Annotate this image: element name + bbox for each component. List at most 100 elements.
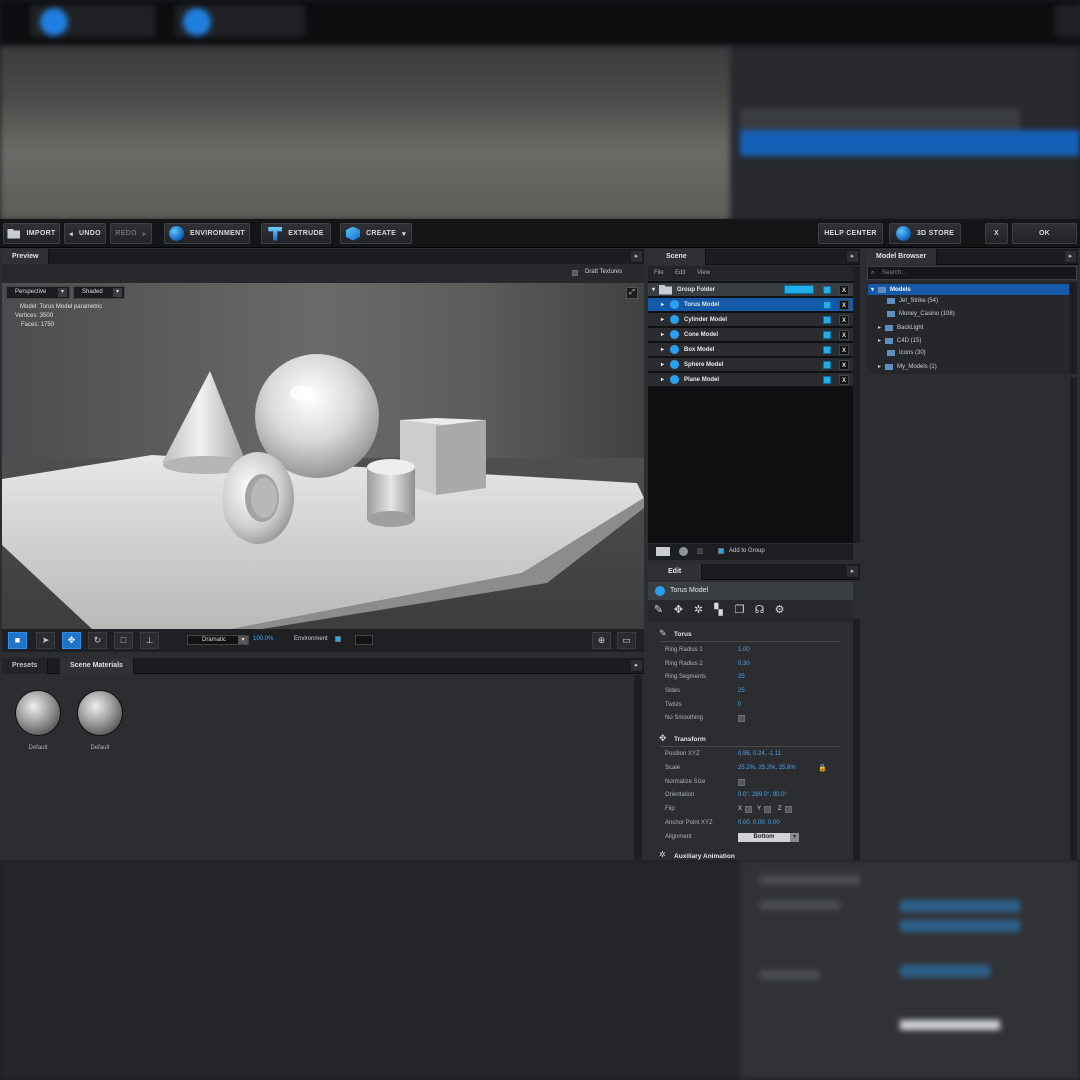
model-tree-scrollbar[interactable] [1070, 282, 1077, 374]
delete-trash-icon[interactable]: ▥ [697, 547, 704, 555]
3d-store-button[interactable]: 3D STORE [889, 223, 961, 244]
visibility-toggle[interactable] [823, 376, 831, 384]
alignment-select[interactable]: Bottom [738, 833, 790, 842]
render-mode-select[interactable]: Shaded ▾ [73, 286, 125, 299]
panel-expand-icon[interactable]: ▸ [631, 251, 642, 262]
tab-scene-materials[interactable]: Scene Materials [60, 658, 134, 674]
material-swatch[interactable] [16, 691, 60, 735]
tab-model-browser[interactable]: Model Browser [866, 249, 938, 265]
sides-field[interactable]: 25 [738, 688, 745, 694]
scene-item-box[interactable]: ▸ Box Model X [648, 343, 853, 357]
menu-file[interactable]: File [654, 270, 664, 276]
delete-icon[interactable]: X [839, 300, 849, 310]
move-icon[interactable]: ✥ [672, 604, 685, 617]
checker-icon[interactable]: ▚ [712, 604, 725, 617]
scale-field[interactable]: 25.2%, 25.2%, 25.8% [738, 765, 796, 771]
scene-scrollbar[interactable] [853, 266, 860, 543]
close-button[interactable]: X [985, 223, 1008, 244]
scene-item-torus[interactable]: ▸ Torus Model X [648, 298, 853, 312]
chevron-down-icon[interactable]: ▾ [790, 833, 799, 842]
environment-checkbox[interactable] [335, 636, 341, 642]
tab-presets[interactable]: Presets [2, 658, 49, 674]
orientation-field[interactable]: 0.0°, 289.0°, 90.0° [738, 792, 787, 798]
material-icon[interactable] [679, 547, 688, 556]
ok-button[interactable]: OK [1012, 223, 1077, 244]
lock-icon[interactable]: 🔒 [818, 764, 827, 772]
ring-segments-field[interactable]: 25 [738, 674, 745, 680]
tree-item[interactable]: Jet_Strike (54) [887, 298, 938, 304]
menu-edit[interactable]: Edit [675, 270, 685, 276]
flip-z-checkbox[interactable] [785, 806, 792, 813]
normalize-size-checkbox[interactable] [738, 779, 745, 786]
create-button[interactable]: CREATE ▾ [340, 223, 412, 244]
scene-item-cylinder[interactable]: ▸ Cylinder Model X [648, 313, 853, 327]
ring-radius-2-field[interactable]: 0.30 [738, 661, 750, 667]
environment-color-swatch[interactable] [355, 635, 373, 645]
delete-icon[interactable]: X [839, 345, 849, 355]
visibility-toggle[interactable] [823, 361, 831, 369]
screen-icon[interactable]: ▭ [617, 632, 636, 649]
axis-icon[interactable]: ⊥ [140, 632, 159, 649]
new-folder-icon[interactable] [656, 547, 670, 556]
ring-radius-1-field[interactable]: 1.00 [738, 647, 750, 653]
no-smoothing-checkbox[interactable] [738, 715, 745, 722]
panel-expand-icon[interactable]: ▸ [847, 251, 858, 262]
target-icon[interactable]: ⊕ [592, 632, 611, 649]
help-center-button[interactable]: HELP CENTER [818, 223, 883, 244]
twists-field[interactable]: 0 [738, 702, 741, 708]
delete-icon[interactable]: X [839, 360, 849, 370]
extrude-button[interactable]: EXTRUDE [261, 223, 331, 244]
rotate-icon[interactable]: ↻ [88, 632, 107, 649]
visibility-toggle[interactable] [823, 316, 831, 324]
panel-expand-icon[interactable]: ▸ [847, 566, 858, 577]
tree-item[interactable]: ▸ My_Models (1) [878, 363, 937, 370]
tree-item[interactable]: ▸ C4D (15) [878, 337, 921, 344]
3d-viewport[interactable]: Perspective ▾ Shaded ▾ Model: Torus Model … [2, 283, 644, 629]
scene-item-plane[interactable]: ▸ Plane Model X [648, 373, 853, 387]
flip-y-checkbox[interactable] [764, 806, 771, 813]
scene-item-cone[interactable]: ▸ Cone Model X [648, 328, 853, 342]
gears-icon[interactable]: ✲ [692, 604, 705, 617]
visibility-toggle[interactable] [823, 286, 831, 294]
camera-icon[interactable]: ■ [8, 632, 27, 649]
model-search-input[interactable]: ⌕ Search... [867, 266, 1077, 280]
edit-scrollbar[interactable] [853, 619, 860, 860]
group-folder-row[interactable]: ▾ Group Folder X [648, 283, 853, 297]
redo-button[interactable]: REDO ▸ [110, 223, 152, 244]
materials-scrollbar[interactable] [634, 675, 642, 860]
import-button[interactable]: IMPORT [3, 223, 60, 244]
anchor-point-field[interactable]: 0.00, 0.00, 0.00 [738, 820, 780, 826]
tree-item[interactable]: Icons (30) [887, 350, 926, 356]
menu-view[interactable]: View [697, 270, 710, 276]
group-color-select[interactable] [784, 285, 814, 294]
move-icon[interactable]: ✥ [62, 632, 81, 649]
zoom-value[interactable]: 100.0% [253, 636, 273, 642]
delete-icon[interactable]: X [839, 330, 849, 340]
position-xyz-field[interactable]: 0.96, 0.24, -1.11 [738, 751, 781, 757]
panel-expand-icon[interactable]: ▸ [631, 660, 642, 671]
scene-item-sphere[interactable]: ▸ Sphere Model X [648, 358, 853, 372]
settings-gear-icon[interactable]: ⚙ [773, 604, 786, 617]
undo-button[interactable]: ◂ UNDO [64, 223, 106, 244]
select-arrow-icon[interactable]: ➤ [36, 632, 55, 649]
visibility-toggle[interactable] [823, 301, 831, 309]
add-to-group-checkbox[interactable] [718, 548, 724, 554]
tab-edit[interactable]: Edit [648, 564, 703, 580]
visibility-toggle[interactable] [823, 331, 831, 339]
draft-textures-checkbox[interactable] [572, 270, 578, 276]
add-to-group-label[interactable]: Add to Group [729, 548, 765, 554]
tab-preview[interactable]: Preview [2, 249, 50, 265]
wrench-icon[interactable]: ✎ [652, 604, 665, 617]
tab-scene[interactable]: Scene [648, 249, 706, 265]
copy-icon[interactable]: ❐ [733, 604, 746, 617]
maximize-icon[interactable]: ⤢ [626, 287, 638, 299]
delete-icon[interactable]: X [839, 375, 849, 385]
delete-icon[interactable]: X [839, 315, 849, 325]
model-browser-scrollbar[interactable] [1070, 377, 1077, 860]
animation-icon[interactable]: ☊ [753, 604, 766, 617]
lighting-select[interactable]: Dramatic ▾ [187, 635, 249, 645]
environment-button[interactable]: ENVIRONMENT [164, 223, 250, 244]
material-swatch[interactable] [78, 691, 122, 735]
camera-select[interactable]: Perspective ▾ [6, 286, 70, 299]
visibility-toggle[interactable] [823, 346, 831, 354]
